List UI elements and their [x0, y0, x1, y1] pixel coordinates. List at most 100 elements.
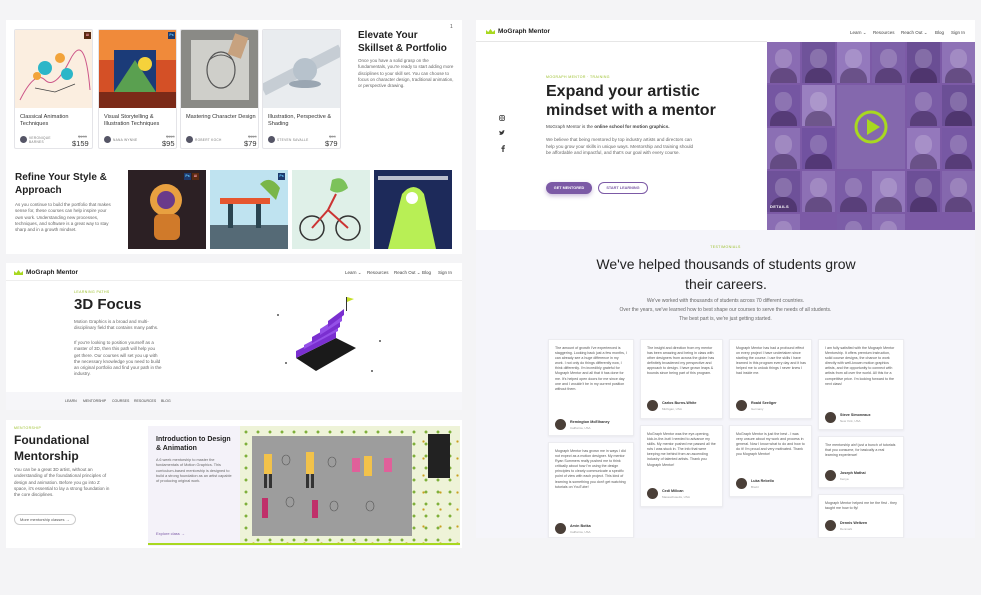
section-heading: Elevate Your Skillset & Portfolio — [358, 30, 447, 54]
avatar — [20, 136, 27, 143]
mentor-photo — [837, 42, 870, 83]
testimonial-quote: MoGraph Mentor was the eye-opening, kick… — [647, 432, 716, 467]
mentor-photo — [907, 128, 940, 169]
get-mentored-button[interactable]: GET MENTORED — [546, 182, 592, 194]
facebook-icon[interactable] — [500, 145, 506, 152]
hero-title: Expand your artistic mindset with a ment… — [546, 83, 716, 119]
focus-panel: MoGraph Mentor Learn ⌄ Resources Reach O… — [6, 263, 462, 410]
site-logo[interactable]: MoGraph Mentor — [498, 28, 550, 35]
course-card[interactable]: Ai Classical Animation Techniques Veroni… — [14, 29, 93, 149]
mentor-photo — [767, 128, 800, 169]
nav-resources[interactable]: Resources — [873, 30, 895, 35]
avatar — [825, 520, 836, 531]
nav-reach-out[interactable]: Reach Out ⌄ — [901, 30, 928, 36]
nav-resources[interactable]: Resources — [367, 270, 389, 275]
explore-class-link[interactable]: Explore class → — [156, 531, 185, 536]
logo-crown-icon — [14, 270, 23, 275]
video-play-tile[interactable] — [837, 85, 905, 169]
mentor-photo — [872, 171, 905, 212]
testimonial-card: Mograph Mentor has grown me in ways I di… — [548, 442, 634, 538]
hero-eyebrow: MOGRAPH MENTOR · TRAINING — [546, 75, 610, 79]
course-card[interactable]: Ps Visual Storytelling & Illustration Te… — [98, 29, 177, 149]
course-thumbnail — [181, 30, 258, 108]
refine-panel: Refine Your Style & Approach As you cont… — [6, 162, 462, 254]
student-location: California, USA — [570, 530, 591, 534]
student-location: Michigan, USA — [662, 407, 682, 411]
nav-sign-in[interactable]: Sign In — [951, 30, 965, 35]
play-icon[interactable] — [853, 109, 889, 145]
shading-illustration — [263, 44, 340, 96]
subnav-resources[interactable]: RESOURCES — [134, 399, 156, 403]
testimonial-quote: Mograph Mentor helped me be the first - … — [825, 501, 897, 511]
avatar — [825, 470, 836, 481]
mentor-photo — [872, 214, 905, 230]
chevron-down-icon: ⌄ — [416, 270, 421, 275]
adobe-badge-icon: Ai — [84, 32, 91, 39]
testimonial-card: I am fully satisfied with the Mograph Me… — [818, 339, 904, 430]
shirt-text: DETAILS — [770, 204, 789, 209]
author-name: Veronique Barnes — [29, 136, 51, 144]
nav-divider — [476, 41, 767, 42]
artwork-thumbnail[interactable] — [374, 170, 452, 249]
testimonial-quote: The amount of growth I've experienced is… — [555, 346, 627, 391]
mentor-photo — [802, 85, 835, 126]
price: $79 — [244, 139, 257, 148]
artwork-thumbnail[interactable]: Ps Ai — [128, 170, 206, 249]
section-body: Once you have a solid grasp on the funda… — [358, 58, 454, 89]
testimonials-eyebrow: TESTIMONIALS — [710, 245, 741, 249]
artwork-thumbnail[interactable] — [292, 170, 370, 249]
mentor-photo — [767, 214, 800, 230]
more-mentorship-button[interactable]: More mentorship classes → — [14, 514, 76, 525]
testimonials-section: TESTIMONIALS We've helped thousands of s… — [476, 230, 975, 538]
hero-body: We believe that being mentored by top in… — [546, 137, 694, 155]
price: $95 — [162, 139, 175, 148]
avatar — [736, 400, 747, 411]
nav-learn[interactable]: Learn ⌄ — [345, 270, 362, 276]
nav-learn[interactable]: Learn ⌄ — [850, 30, 867, 36]
course-card[interactable]: Mastering Character Design Robert Koch $… — [180, 29, 259, 149]
author-name: Steven Savalle — [277, 138, 309, 142]
section-heading: Foundational Mentorship — [14, 433, 90, 463]
mentor-photo — [942, 85, 975, 126]
student-location: Kenya — [840, 477, 849, 481]
instagram-icon[interactable] — [499, 115, 505, 121]
mentorship-card[interactable]: Introduction to Design & Animation A 6 w… — [148, 426, 460, 546]
subnav-courses[interactable]: COURSES — [112, 399, 129, 403]
nav-reach-label: Reach Out — [394, 270, 416, 275]
subnav-learn[interactable]: LEARN — [65, 399, 77, 403]
twitter-icon[interactable] — [499, 130, 505, 136]
card-title: Introduction to Design & Animation — [156, 436, 231, 452]
nav-blog[interactable]: Blog — [422, 270, 431, 275]
chevron-down-icon: ⌄ — [923, 30, 928, 35]
testimonial-quote: The insight and direction from my mentor… — [647, 346, 715, 376]
mentor-photo — [942, 171, 975, 212]
dinosaur-bike-illustration — [299, 178, 361, 241]
student-name: Carlos Burns-White — [662, 401, 697, 405]
avatar — [736, 478, 747, 489]
mentor-photo — [837, 171, 870, 212]
site-logo[interactable]: MoGraph Mentor — [26, 269, 78, 276]
subnav-mentorship[interactable]: MENTORSHIP — [83, 399, 106, 403]
start-learning-button[interactable]: START LEARNING — [598, 182, 648, 194]
nav-reach-out[interactable]: Reach Out ⌄ — [394, 270, 421, 276]
section-body: You can be a great 3D artist, without an… — [14, 467, 110, 498]
student-location: Massachusetts, USA — [662, 495, 690, 499]
course-card[interactable]: Illustration, Perspective & Shading Stev… — [262, 29, 341, 149]
nav-divider — [6, 280, 462, 281]
course-thumbnail — [15, 30, 92, 108]
student-name: Dennis Weltzen — [840, 521, 868, 525]
nav-blog[interactable]: Blog — [935, 30, 944, 35]
nav-sign-in[interactable]: Sign In — [438, 270, 452, 275]
student-location: California, USA — [570, 426, 591, 430]
mentor-photo — [872, 42, 905, 83]
artwork-thumbnail[interactable]: Ps — [210, 170, 288, 249]
page-title: 3D Focus — [74, 296, 142, 313]
subnav-blog[interactable]: BLOG — [161, 399, 171, 403]
storytelling-illustration — [99, 30, 176, 108]
sub-navigation: LEARN MENTORSHIP COURSES RESOURCES BLOG — [6, 392, 462, 410]
testimonial-quote: Mograph Mentor has grown me in ways I di… — [555, 449, 626, 489]
card-body: A 6 week mentorship to master the fundam… — [156, 458, 232, 484]
avatar — [268, 136, 275, 143]
price: $79 — [325, 139, 338, 148]
mentor-photo — [907, 42, 940, 83]
